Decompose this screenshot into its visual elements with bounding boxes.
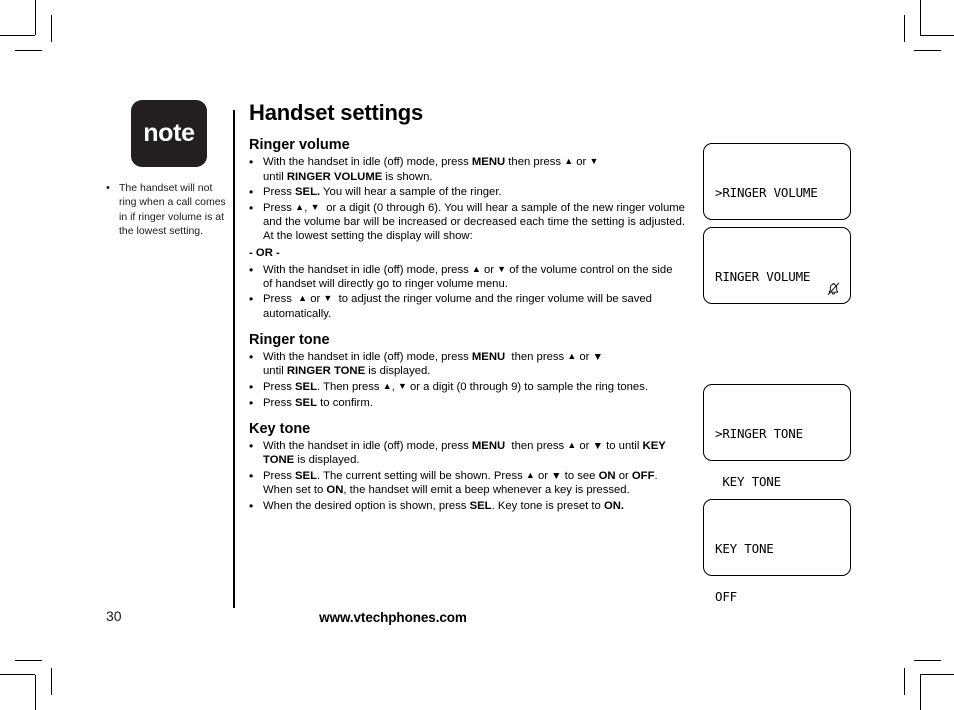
- lcd-screen-ringer-tone-menu: >RINGER TONE KEY TONE: [703, 384, 851, 489]
- step-list-ringer-volume-alt: • With the handset in idle (off) mode, p…: [249, 263, 685, 321]
- crop-mark-bottom-left-inner-horizontal: [15, 660, 42, 661]
- crop-mark-top-right-vertical: [920, 0, 921, 35]
- bullet-icon: •: [249, 379, 254, 394]
- bullet-icon: •: [249, 200, 254, 215]
- crop-mark-top-left-horizontal: [0, 35, 35, 36]
- lcd-line-2: OFF: [715, 589, 737, 604]
- bullet-icon: •: [249, 185, 254, 200]
- step-text: Press SEL to confirm.: [263, 396, 373, 409]
- step-text: Press ▲, ▼ or a digit (0 through 6). You…: [263, 201, 685, 243]
- crop-mark-bottom-right-inner-vertical: [904, 668, 905, 695]
- crop-mark-bottom-right-inner-horizontal: [914, 660, 941, 661]
- step-text: When the desired option is shown, press …: [263, 499, 625, 512]
- step-text: Press SEL. The current setting will be s…: [263, 469, 658, 497]
- note-badge: note: [131, 100, 207, 167]
- list-item: • With the handset in idle (off) mode, p…: [249, 439, 685, 467]
- step-list-ringer-volume: • With the handset in idle (off) mode, p…: [249, 155, 685, 243]
- lcd-line-1: >RINGER VOLUME: [715, 185, 818, 200]
- step-text: With the handset in idle (off) mode, pre…: [263, 439, 666, 467]
- step-text: With the handset in idle (off) mode, pre…: [263, 263, 673, 290]
- bullet-icon: •: [249, 438, 254, 453]
- list-item: • With the handset in idle (off) mode, p…: [249, 350, 685, 378]
- lcd-screen-ringer-volume-lowest: RINGER VOLUME: [703, 227, 851, 304]
- crop-mark-bottom-left-vertical: [35, 675, 36, 710]
- section-heading-ringer-tone: Ringer tone: [249, 331, 330, 348]
- main-content: Handset settings Ringer volume • With th…: [249, 100, 685, 514]
- lcd-line-1: >RINGER TONE: [715, 426, 803, 441]
- bullet-icon: •: [249, 468, 254, 483]
- list-item: • Press ▲ or ▼ to adjust the ringer volu…: [249, 292, 685, 320]
- note-body-text: The handset will not ring when a call co…: [119, 182, 226, 237]
- bell-off-icon: [827, 282, 840, 296]
- crop-mark-bottom-right-horizontal: [920, 674, 954, 675]
- crop-mark-bottom-left-horizontal: [0, 674, 35, 675]
- footer-url: www.vtechphones.com: [0, 610, 954, 625]
- step-list-ringer-tone: • With the handset in idle (off) mode, p…: [249, 350, 685, 410]
- bullet-icon: •: [249, 395, 254, 410]
- lcd-line-1: KEY TONE: [715, 541, 774, 556]
- step-text: Press ▲ or ▼ to adjust the ringer volume…: [263, 293, 652, 320]
- list-item: • Press SEL. You will hear a sample of t…: [249, 185, 685, 199]
- crop-mark-top-left-vertical: [35, 0, 36, 35]
- crop-mark-top-left-inner-horizontal: [15, 50, 42, 51]
- column-divider: [233, 110, 235, 608]
- list-item: • Press SEL. Then press ▲, ▼ or a digit …: [249, 380, 685, 394]
- crop-mark-bottom-left-inner-vertical: [51, 668, 52, 695]
- crop-mark-top-right-inner-horizontal: [914, 50, 941, 51]
- crop-mark-top-right-inner-vertical: [904, 15, 905, 42]
- crop-mark-top-left-inner-vertical: [51, 15, 52, 42]
- bullet-icon: •: [249, 349, 254, 364]
- or-separator: - OR -: [249, 246, 280, 259]
- list-item: • Press ▲, ▼ or a digit (0 through 6). Y…: [249, 201, 685, 244]
- bullet-icon: •: [249, 292, 254, 307]
- note-body: • The handset will not ring when a call …: [106, 181, 228, 238]
- step-text: Press SEL. You will hear a sample of the…: [263, 186, 502, 199]
- note-callout: note • The handset will not ring when a …: [106, 100, 228, 238]
- bullet-icon: •: [249, 498, 254, 513]
- bullet-icon: •: [249, 262, 254, 277]
- step-text: With the handset in idle (off) mode, pre…: [263, 350, 603, 378]
- crop-mark-top-right-horizontal: [920, 35, 954, 36]
- list-item: • When the desired option is shown, pres…: [249, 499, 685, 513]
- section-heading-ringer-volume: Ringer volume: [249, 137, 350, 154]
- lcd-screen-ringer-volume-menu: >RINGER VOLUME RINGER TONE: [703, 143, 851, 248]
- footer-url-text: www.vtechphones.com: [319, 610, 467, 625]
- lcd-line-2: KEY TONE: [715, 474, 781, 489]
- list-item: • With the handset in idle (off) mode, p…: [249, 263, 685, 291]
- list-item: • With the handset in idle (off) mode, p…: [249, 155, 685, 183]
- step-text: Press SEL. Then press ▲, ▼ or a digit (0…: [263, 380, 648, 393]
- page-title: Handset settings: [249, 100, 424, 125]
- crop-mark-bottom-right-vertical: [920, 675, 921, 710]
- lcd-screen-key-tone-off: KEY TONE OFF: [703, 499, 851, 604]
- step-text: With the handset in idle (off) mode, pre…: [263, 156, 599, 183]
- bullet-icon: •: [249, 155, 254, 170]
- note-bullet-icon: •: [106, 182, 110, 194]
- step-list-key-tone: • With the handset in idle (off) mode, p…: [249, 439, 685, 513]
- list-item: • Press SEL to confirm.: [249, 396, 685, 410]
- list-item: • Press SEL. The current setting will be…: [249, 469, 685, 497]
- section-heading-key-tone: Key tone: [249, 420, 311, 437]
- note-badge-label: note: [143, 119, 195, 147]
